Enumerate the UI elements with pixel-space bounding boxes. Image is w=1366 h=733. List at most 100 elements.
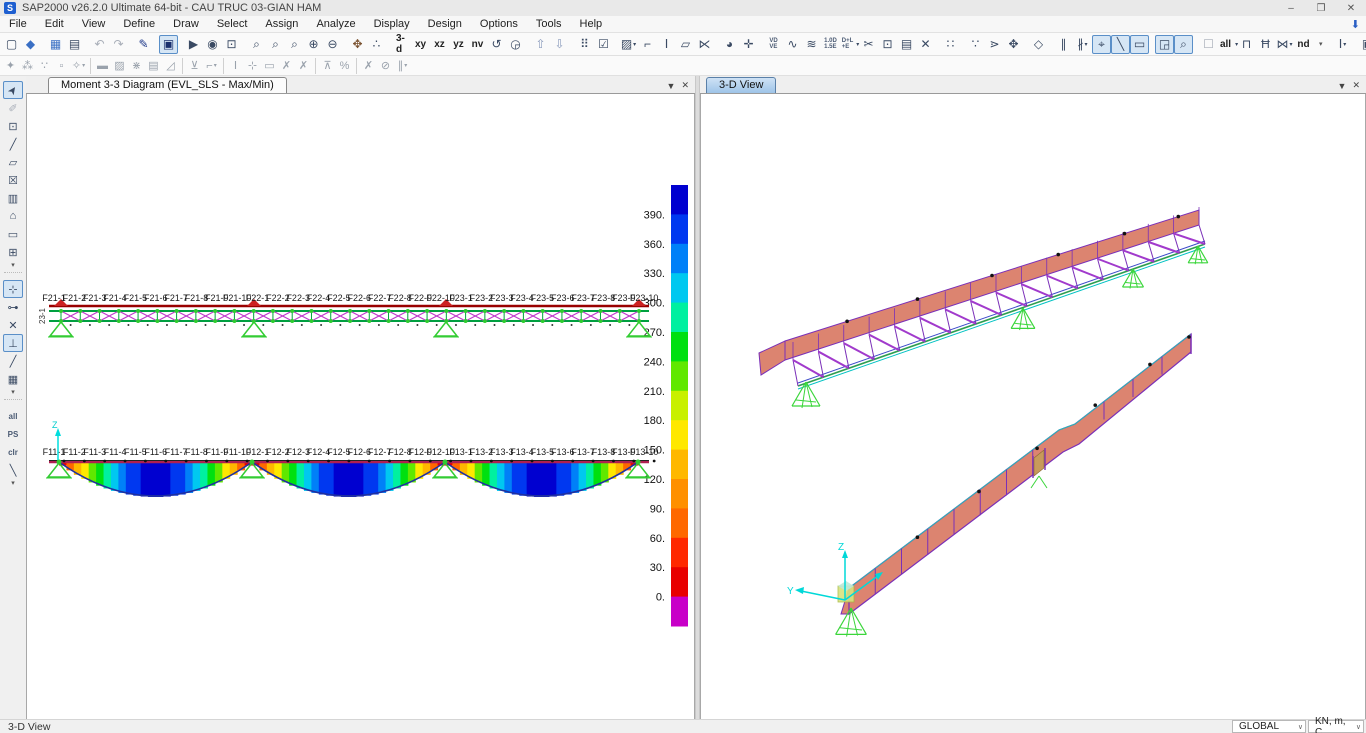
design-more-tools-dropdown-icon[interactable]: ▾ [404, 62, 407, 69]
units-select[interactable]: KN, m, C ∨ [1308, 720, 1364, 733]
delete-button[interactable]: ✕ [916, 35, 935, 54]
draw-tendon-dropdown-icon[interactable]: ▾ [214, 62, 217, 69]
select-line-button[interactable]: ╲ [1111, 35, 1130, 54]
clear-selection-button[interactable]: ☐ [1199, 35, 1218, 54]
snap-to-lines-button[interactable]: ╱ [3, 352, 23, 370]
view-yz-button[interactable]: yz [449, 35, 468, 54]
rotate-view-left-button[interactable]: ↺ [487, 35, 506, 54]
object-shrink-toggle-button[interactable]: ⠿ [575, 35, 594, 54]
left-panel-collapse-icon[interactable]: ▼ [667, 81, 676, 91]
load-combo-10d-15e-button[interactable]: 1.0D1.5E [821, 35, 840, 54]
menu-draw[interactable]: Draw [164, 17, 208, 31]
left-panel-close-icon[interactable]: ✕ [681, 80, 689, 91]
menu-analyze[interactable]: Analyze [307, 17, 364, 31]
select-point-button[interactable]: ⌖ [1092, 35, 1111, 54]
view-xy-button[interactable]: xy [411, 35, 430, 54]
menu-help[interactable]: Help [571, 17, 612, 31]
zoom-to-selection-button[interactable]: ⌕ [1174, 35, 1193, 54]
more-frame-props-dropdown-icon[interactable]: ▾ [1319, 35, 1327, 54]
clear-selection-shortcut-button[interactable]: clr [3, 443, 23, 461]
zoom-out-one-step-button[interactable]: ⊖ [323, 35, 342, 54]
open-file-button[interactable]: ◆ [21, 35, 40, 54]
concrete-design-check-button[interactable]: ⊹ [244, 58, 261, 74]
draw-brace-button[interactable]: ▨ [111, 58, 128, 74]
replicate-radial-button[interactable]: ∦▾ [1073, 35, 1092, 54]
show-undeformed-shape-button[interactable]: ⌐ [638, 35, 657, 54]
tab-3d-view[interactable]: 3-D View [706, 77, 776, 93]
extrude-button[interactable]: ◇ [1029, 35, 1048, 54]
show-deformed-shape-button[interactable]: Ⅰ [657, 35, 676, 54]
align-points-button[interactable]: ⋗ [985, 35, 1004, 54]
steel-section-dropdown-icon[interactable]: ▾ [1343, 41, 1346, 48]
display-function-trace-button[interactable]: ∿ [783, 35, 802, 54]
solid-model-button[interactable]: ▣ [1358, 35, 1366, 54]
frame-props-rect-button[interactable]: ⊓ [1237, 35, 1256, 54]
tab-moment-diagram[interactable]: Moment 3-3 Diagram (EVL_SLS - Max/Min) [48, 77, 287, 93]
snap-to-joints-button[interactable]: ⊹ [3, 280, 23, 298]
display-shell-vd-ve-button[interactable]: VDVE [764, 35, 783, 54]
cut-button[interactable]: ✂ [859, 35, 878, 54]
snap-to-midpoints-button[interactable]: ⊶ [3, 298, 23, 316]
right-panel-collapse-icon[interactable]: ▼ [1338, 81, 1347, 91]
draw-more-tools-button[interactable]: ✧▾ [70, 58, 87, 74]
show-frame-forces-button[interactable]: ⋉ [695, 35, 714, 54]
restore-full-view-button[interactable]: ⌕ [266, 35, 285, 54]
zoom-select-region-button[interactable]: ◲ [1155, 35, 1174, 54]
draw-floor-area-button[interactable]: ▤ [145, 58, 162, 74]
select-all-shortcut-button[interactable]: all [3, 407, 23, 425]
frame-props-truss-button[interactable]: ⋈▾ [1275, 35, 1294, 54]
menu-assign[interactable]: Assign [256, 17, 307, 31]
run-options-button[interactable]: ◉ [203, 35, 222, 54]
design-verify-2-button[interactable]: ✗ [295, 58, 312, 74]
perspective-toggle-button[interactable]: ◶ [506, 35, 525, 54]
close-button[interactable]: ✕ [1336, 0, 1366, 16]
restore-button[interactable]: ❐ [1306, 0, 1336, 16]
select-poly-button[interactable]: ▭ [1130, 35, 1149, 54]
coordinate-system-select[interactable]: GLOBAL ∨ [1232, 720, 1306, 733]
undo-button[interactable]: ↶ [90, 35, 109, 54]
deselect-line-button[interactable]: ╲ [3, 461, 23, 479]
select-all-button[interactable]: all▾ [1218, 35, 1237, 54]
draw-panel-zone-button[interactable]: ▫ [53, 58, 70, 74]
redo-button[interactable]: ↷ [109, 35, 128, 54]
design-ratio-percent-button[interactable]: % [336, 58, 353, 74]
select-more-dropdown-icon[interactable]: ▾ [11, 479, 15, 487]
menu-define[interactable]: Define [114, 17, 164, 31]
menu-design[interactable]: Design [419, 17, 471, 31]
zoom-in-one-step-button[interactable]: ⊕ [304, 35, 323, 54]
load-combo-dl-e-button[interactable]: D+L+E▾ [840, 35, 859, 54]
select-pointer-button[interactable]: ➤ [3, 81, 23, 99]
quick-draw-area-button[interactable]: ⊞ [3, 243, 23, 261]
draw-beam-button[interactable]: ▬ [94, 58, 111, 74]
frame-design-overwrite-button[interactable]: ▭ [261, 58, 278, 74]
section-cut-check-button[interactable]: ⊘ [377, 58, 394, 74]
lamination-check-button[interactable]: ✗ [360, 58, 377, 74]
edit-grid-button[interactable]: ∷ [941, 35, 960, 54]
nd-label-button[interactable]: nd [1294, 35, 1313, 54]
save-named-display-button[interactable]: ▨▾ [619, 35, 638, 54]
snap-more-dropdown-icon[interactable]: ▾ [11, 388, 15, 396]
snap-to-intersections-button[interactable]: ✕ [3, 316, 23, 334]
draw-special-joint-button[interactable]: ✦ [2, 58, 19, 74]
draw-more-dropdown-icon[interactable]: ▾ [11, 261, 15, 269]
merge-joints-button[interactable]: ∵ [966, 35, 985, 54]
move-down-in-list-button[interactable]: ⇩ [550, 35, 569, 54]
draw-frame-button[interactable]: ╱ [3, 135, 23, 153]
draw-joint-button[interactable]: ⊡ [3, 117, 23, 135]
save-model-button[interactable]: ▦ [46, 35, 65, 54]
draw-spring-link-button[interactable]: ⁂ [19, 58, 36, 74]
set-display-options-button[interactable]: ☑ [594, 35, 613, 54]
menu-view[interactable]: View [73, 17, 115, 31]
new-model-button[interactable]: ▢ [2, 35, 21, 54]
draw-wall-stack-button[interactable]: ⋇ [128, 58, 145, 74]
show-area-stress-button[interactable]: ▱ [676, 35, 695, 54]
show-axes-button[interactable]: ✛ [739, 35, 758, 54]
frame-props-channel-button[interactable]: Ħ [1256, 35, 1275, 54]
rubber-band-zoom-button[interactable]: ⌕ [247, 35, 266, 54]
design-more-tools-button[interactable]: ∥▾ [394, 58, 411, 74]
moment-diagram-canvas[interactable]: 390.360.330.300.270.240.210.180.150.120.… [26, 94, 695, 719]
move-objects-button[interactable]: ✥ [1004, 35, 1023, 54]
display-response-button[interactable]: ≋ [802, 35, 821, 54]
quick-draw-secondary-beams-button[interactable]: ▥ [3, 189, 23, 207]
save-named-display-dropdown-icon[interactable]: ▾ [633, 41, 636, 48]
